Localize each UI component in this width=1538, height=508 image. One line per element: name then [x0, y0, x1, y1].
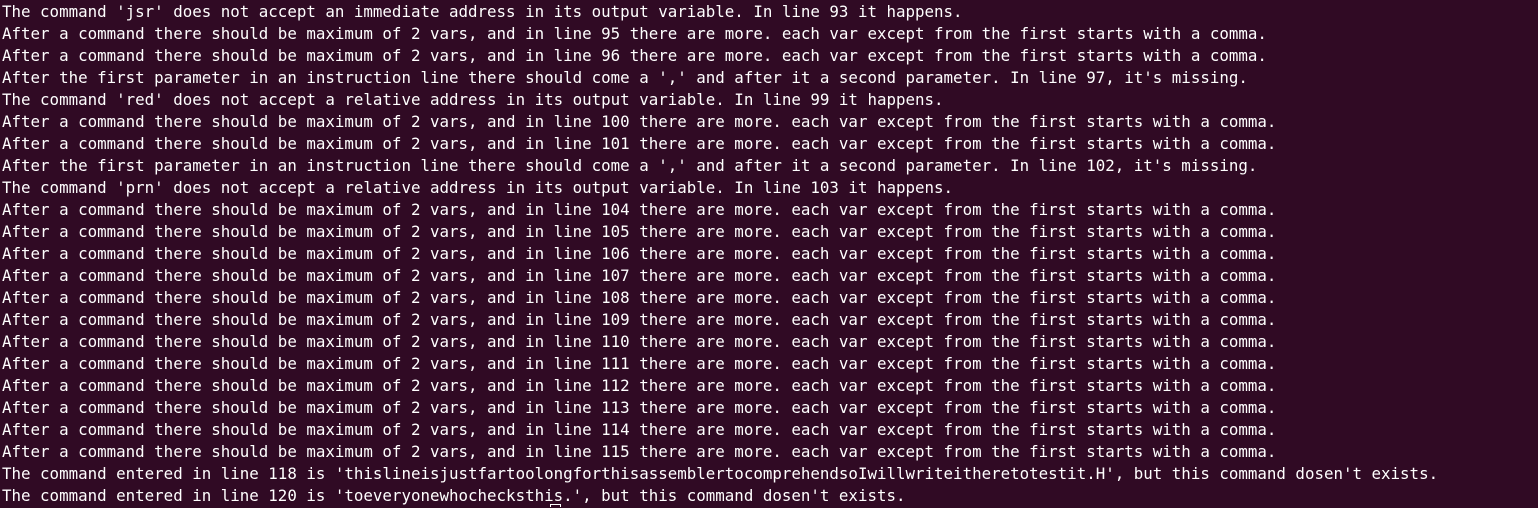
output-line: After a command there should be maximum … [2, 354, 1277, 373]
output-line: After the first parameter in an instruct… [2, 68, 1248, 87]
output-line: After a command there should be maximum … [2, 288, 1277, 307]
output-line: The command 'red' does not accept a rela… [2, 90, 944, 109]
terminal-output: The command 'jsr' does not accept an imm… [2, 1, 1438, 507]
output-line: After the first parameter in an instruct… [2, 156, 1258, 175]
output-line: After a command there should be maximum … [2, 24, 1267, 43]
output-line: After a command there should be maximum … [2, 376, 1277, 395]
output-line: After a command there should be maximum … [2, 46, 1267, 65]
output-line: After a command there should be maximum … [2, 222, 1277, 241]
text-cursor [550, 504, 561, 507]
output-line: After a command there should be maximum … [2, 112, 1277, 131]
output-line: After a command there should be maximum … [2, 332, 1277, 351]
output-line: The command 'jsr' does not accept an imm… [2, 2, 963, 21]
output-line: After a command there should be maximum … [2, 420, 1277, 439]
output-line: After a command there should be maximum … [2, 244, 1277, 263]
output-line: After a command there should be maximum … [2, 266, 1277, 285]
output-line: The command entered in line 120 is 'toev… [2, 486, 906, 505]
output-line: After a command there should be maximum … [2, 398, 1277, 417]
output-line: After a command there should be maximum … [2, 134, 1277, 153]
output-line: After a command there should be maximum … [2, 200, 1277, 219]
output-line: After a command there should be maximum … [2, 310, 1277, 329]
output-line: The command 'prn' does not accept a rela… [2, 178, 954, 197]
output-line: After a command there should be maximum … [2, 442, 1277, 461]
terminal-window[interactable]: The command 'jsr' does not accept an imm… [0, 0, 1538, 508]
output-line: The command entered in line 118 is 'this… [2, 464, 1439, 483]
